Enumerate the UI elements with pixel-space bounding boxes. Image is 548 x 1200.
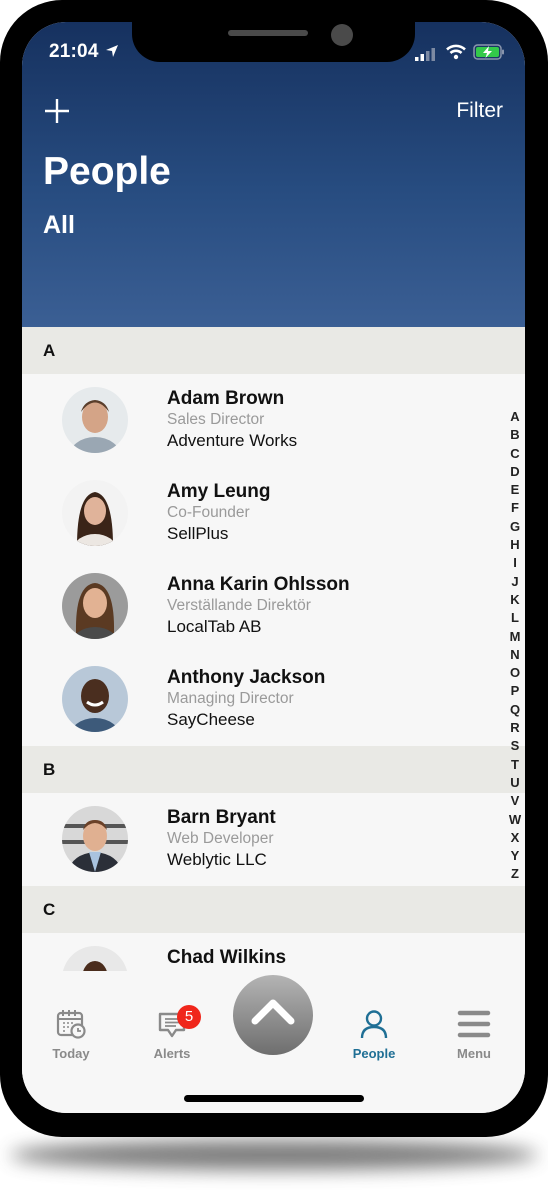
scroll-up-button[interactable] <box>233 975 313 1055</box>
location-arrow-icon <box>106 45 118 57</box>
avatar <box>62 387 128 453</box>
tab-alerts[interactable]: 5 Alerts <box>132 1005 212 1061</box>
section-letter: C <box>43 900 56 919</box>
index-letter[interactable]: C <box>506 445 524 463</box>
person-company: Adventure Works <box>167 431 298 450</box>
person-name: Chad Wilkins <box>167 947 287 968</box>
tab-label: Today <box>52 1046 90 1061</box>
section-letter: A <box>43 341 56 360</box>
index-letter[interactable]: O <box>506 664 524 682</box>
person-company: LocalTab AB <box>167 617 262 636</box>
plus-icon[interactable] <box>44 98 70 124</box>
battery-charging-icon <box>473 44 504 60</box>
index-letter[interactable]: U <box>506 774 524 792</box>
phone-frame: 21:04 Filter People All A Adam Brown Sal… <box>0 0 548 1137</box>
cellular-signal-icon <box>415 48 435 61</box>
index-letter[interactable]: V <box>506 792 524 810</box>
person-name: Barn Bryant <box>167 807 276 828</box>
person-row[interactable]: Adam Brown Sales Director Adventure Work… <box>22 374 525 467</box>
tab-bar: Today 5 Alerts People Menu <box>22 971 525 1113</box>
calendar-clock-icon <box>56 1010 86 1039</box>
index-letter[interactable]: F <box>506 499 524 517</box>
index-letter[interactable]: W <box>506 811 524 829</box>
person-role: Sales Director <box>167 411 265 428</box>
index-letter[interactable]: A <box>506 408 524 426</box>
index-letter[interactable]: Z <box>506 865 524 883</box>
person-company: SellPlus <box>167 524 229 543</box>
index-letter[interactable]: S <box>506 737 524 755</box>
index-letter[interactable]: T <box>506 756 524 774</box>
index-letter[interactable]: M <box>506 628 524 646</box>
index-letter[interactable]: N <box>506 646 524 664</box>
home-indicator <box>184 1095 364 1102</box>
speaker-grille <box>228 30 308 36</box>
index-letter[interactable]: B <box>506 426 524 444</box>
chevron-up-icon <box>251 999 295 1025</box>
header: 21:04 Filter People All <box>22 22 525 327</box>
person-role: Web Developer <box>167 830 274 847</box>
app-screen: 21:04 Filter People All A Adam Brown Sal… <box>22 22 525 1113</box>
person-company: SayCheese <box>167 710 255 729</box>
person-role: Verställande Direktör <box>167 597 311 614</box>
person-name: Adam Brown <box>167 388 285 409</box>
device-shadow <box>10 1140 538 1170</box>
hamburger-menu-icon <box>457 1010 491 1038</box>
avatar <box>62 573 128 639</box>
index-letter[interactable]: Q <box>506 701 524 719</box>
person-row[interactable]: Anthony Jackson Managing Director SayChe… <box>22 653 525 746</box>
person-name: Anna Karin Ohlsson <box>167 574 350 595</box>
person-row[interactable]: Barn Bryant Web Developer Weblytic LLC <box>22 793 525 886</box>
wifi-icon <box>446 44 466 60</box>
index-letter[interactable]: G <box>506 518 524 536</box>
person-role: Co-Founder <box>167 504 250 521</box>
section-letter: B <box>43 760 56 779</box>
person-name: Amy Leung <box>167 481 271 502</box>
tab-people[interactable]: People <box>334 1009 414 1061</box>
index-letter[interactable]: H <box>506 536 524 554</box>
index-letter[interactable]: J <box>506 573 524 591</box>
avatar <box>62 806 128 872</box>
alphabet-index[interactable]: ABCDEFGHIJKLMNOPQRSTUVWXYZ <box>506 408 524 884</box>
front-camera <box>331 24 353 46</box>
index-letter[interactable]: D <box>506 463 524 481</box>
person-company: Weblytic LLC <box>167 850 267 869</box>
tab-label: Alerts <box>153 1046 191 1061</box>
index-letter[interactable]: L <box>506 609 524 627</box>
index-letter[interactable]: E <box>506 481 524 499</box>
index-letter[interactable]: I <box>506 554 524 572</box>
tab-label: Menu <box>457 1046 491 1061</box>
avatar <box>62 666 128 732</box>
index-letter[interactable]: P <box>506 682 524 700</box>
device-notch <box>132 22 415 62</box>
index-letter[interactable]: K <box>506 591 524 609</box>
index-letter[interactable]: X <box>506 829 524 847</box>
section-header-b: B <box>22 746 525 793</box>
page-title: People <box>43 150 171 193</box>
person-row[interactable]: Amy Leung Co-Founder SellPlus <box>22 467 525 560</box>
avatar <box>62 480 128 546</box>
section-header-a: A <box>22 327 525 374</box>
people-list: A Adam Brown Sales Director Adventure Wo… <box>22 327 525 1026</box>
status-time: 21:04 <box>49 41 99 62</box>
person-icon <box>360 1010 388 1039</box>
person-row[interactable]: Anna Karin Ohlsson Verställande Direktör… <box>22 560 525 653</box>
person-role: Managing Director <box>167 690 294 707</box>
tab-today[interactable]: Today <box>31 1009 111 1061</box>
index-letter[interactable]: Y <box>506 847 524 865</box>
tab-label: People <box>352 1046 396 1061</box>
tab-menu[interactable]: Menu <box>434 1009 514 1061</box>
filter-subtitle: All <box>43 211 75 239</box>
index-letter[interactable]: R <box>506 719 524 737</box>
alerts-badge: 5 <box>177 1005 201 1029</box>
person-name: Anthony Jackson <box>167 667 326 688</box>
section-header-c: C <box>22 886 525 933</box>
filter-button[interactable]: Filter <box>456 99 503 123</box>
